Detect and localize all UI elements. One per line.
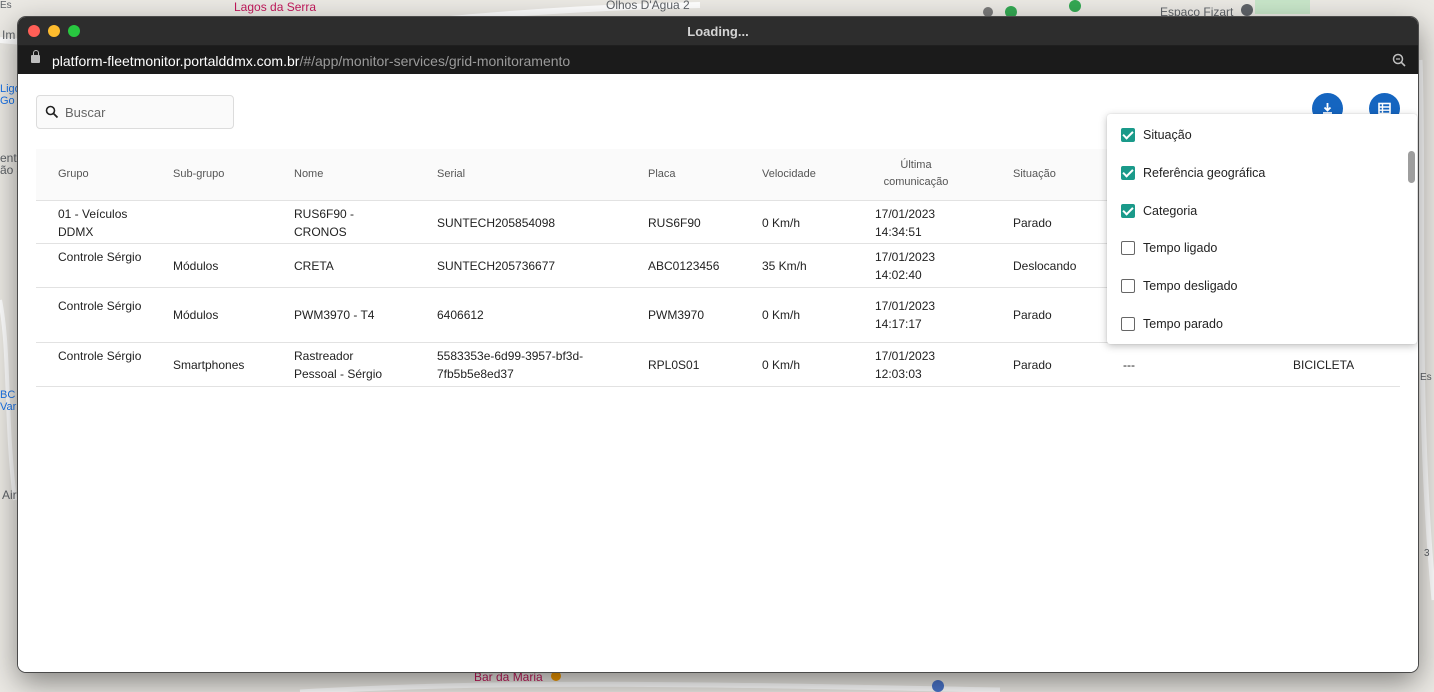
map-label: Es <box>1420 372 1432 383</box>
cell-sub-grupo: Smartphones <box>173 358 245 372</box>
cell-serial: 6406612 <box>437 308 484 322</box>
browser-window: Loading... platform-fleetmonitor.portald… <box>18 17 1418 672</box>
column-header-serial[interactable]: Serial <box>437 166 465 183</box>
cell-situacao: Parado <box>1013 216 1052 230</box>
column-option-label: Tempo desligado <box>1143 279 1238 293</box>
search-box[interactable] <box>36 95 234 129</box>
cell-grupo: Controle Sérgio <box>58 349 142 363</box>
cell-nome: Rastreador Pessoal - Sérgio <box>294 349 383 381</box>
map-label: Im <box>2 28 16 42</box>
cell-grupo: Controle Sérgio <box>58 250 142 264</box>
map-label: Air <box>2 488 17 502</box>
url-host: platform-fleetmonitor.portalddmx.com.br <box>52 53 300 69</box>
cell-grupo: 01 - Veículos DDMX <box>58 207 128 239</box>
map-label: Es <box>0 0 12 11</box>
column-option-label: Referência geográfica <box>1143 166 1266 180</box>
column-header-grupo[interactable]: Grupo <box>58 166 89 183</box>
cell-nome: CRETA <box>294 259 334 273</box>
columns-dropdown: Situação Referência geográfica Categoria… <box>1107 114 1417 344</box>
map-label: BC <box>0 389 16 401</box>
cell-situacao: Parado <box>1013 308 1052 322</box>
checkbox[interactable] <box>1121 317 1135 331</box>
cell-ultima-comunicacao: 17/01/2023 14:17:17 <box>875 299 936 331</box>
column-option-categoria[interactable]: Categoria <box>1121 202 1197 220</box>
dropdown-scrollbar[interactable] <box>1408 151 1415 183</box>
column-option-tempo-desligado[interactable]: Tempo desligado <box>1121 277 1238 295</box>
map-label: Bar da Maria <box>474 670 543 684</box>
column-header-placa[interactable]: Placa <box>648 166 676 183</box>
map-label: Go <box>0 95 15 107</box>
cell-ultima-comunicacao: 17/01/2023 14:02:40 <box>875 250 936 282</box>
zoom-icon[interactable] <box>1392 53 1406 67</box>
cell-categoria: BICICLETA <box>1293 358 1355 372</box>
column-option-label: Categoria <box>1143 204 1198 218</box>
check-icon[interactable] <box>1121 128 1135 142</box>
search-icon <box>45 105 59 119</box>
map-label: Olhos D'Água 2 <box>606 0 690 12</box>
cell-grupo: Controle Sérgio <box>58 299 142 313</box>
map-label: Lagos da Serra <box>234 0 317 14</box>
title-bar: Loading... <box>18 17 1418 46</box>
window-title: Loading... <box>687 24 749 39</box>
cell-serial: 5583353e-6d99-3957-bf3d-7fb5b5e8ed37 <box>437 349 584 381</box>
cell-serial: SUNTECH205736677 <box>437 259 556 273</box>
cell-velocidade: 0 Km/h <box>762 358 801 372</box>
cell-nome: PWM3970 - T4 <box>294 308 375 322</box>
cell-placa: RUS6F90 <box>648 216 701 230</box>
cell-sub-grupo: Módulos <box>173 259 219 273</box>
checkbox[interactable] <box>1121 241 1135 255</box>
column-header-situacao[interactable]: Situação <box>1013 166 1056 183</box>
cell-situacao: Parado <box>1013 358 1052 372</box>
column-option-tempo-parado[interactable]: Tempo parado <box>1121 315 1223 333</box>
map-label: Var <box>0 401 17 413</box>
cell-velocidade: 35 Km/h <box>762 259 807 273</box>
column-option-referencia-geografica[interactable]: Referência geográfica <box>1121 164 1265 182</box>
column-option-label: Tempo ligado <box>1143 241 1218 255</box>
column-header-ultima-comunicacao[interactable]: Última comunicação <box>876 157 956 191</box>
cell-nome: RUS6F90 - CRONOS <box>294 207 355 239</box>
url-text: platform-fleetmonitor.portalddmx.com.br/… <box>52 53 570 69</box>
cell-serial: SUNTECH205854098 <box>437 216 556 230</box>
cell-situacao: Deslocando <box>1013 259 1077 273</box>
search-input[interactable] <box>63 96 232 128</box>
check-icon[interactable] <box>1121 204 1135 218</box>
column-option-tempo-ligado[interactable]: Tempo ligado <box>1121 239 1217 257</box>
check-icon[interactable] <box>1121 166 1135 180</box>
cell-velocidade: 0 Km/h <box>762 216 801 230</box>
cell-velocidade: 0 Km/h <box>762 308 801 322</box>
cell-ultima-comunicacao: 17/01/2023 14:34:51 <box>875 207 936 239</box>
cell-placa: RPL0S01 <box>648 358 700 372</box>
cell-sub-grupo: Módulos <box>173 308 219 322</box>
cell-referencia-geografica: --- <box>1123 358 1135 372</box>
cell-ultima-comunicacao: 17/01/2023 12:03:03 <box>875 349 936 381</box>
column-header-sub-grupo[interactable]: Sub-grupo <box>173 166 224 183</box>
page-content: Grupo Sub-grupo Nome Serial Placa Veloci… <box>18 74 1418 672</box>
cell-placa: ABC0123456 <box>648 259 720 273</box>
column-option-label: Situação <box>1143 128 1192 142</box>
column-option-situacao[interactable]: Situação <box>1121 126 1192 144</box>
url-bar[interactable]: platform-fleetmonitor.portalddmx.com.br/… <box>18 46 1418 74</box>
column-option-label: Tempo parado <box>1143 317 1223 331</box>
cell-placa: PWM3970 <box>648 308 705 322</box>
url-path: /#/app/monitor-services/grid-monitoramen… <box>299 53 571 69</box>
table-row[interactable]: Controle Sérgio Smartphones Rastreador P… <box>36 343 1400 387</box>
column-header-velocidade[interactable]: Velocidade <box>762 166 816 183</box>
map-label: 3 <box>1424 548 1430 559</box>
lock-icon <box>31 50 40 63</box>
column-header-nome[interactable]: Nome <box>294 166 323 183</box>
checkbox[interactable] <box>1121 279 1135 293</box>
